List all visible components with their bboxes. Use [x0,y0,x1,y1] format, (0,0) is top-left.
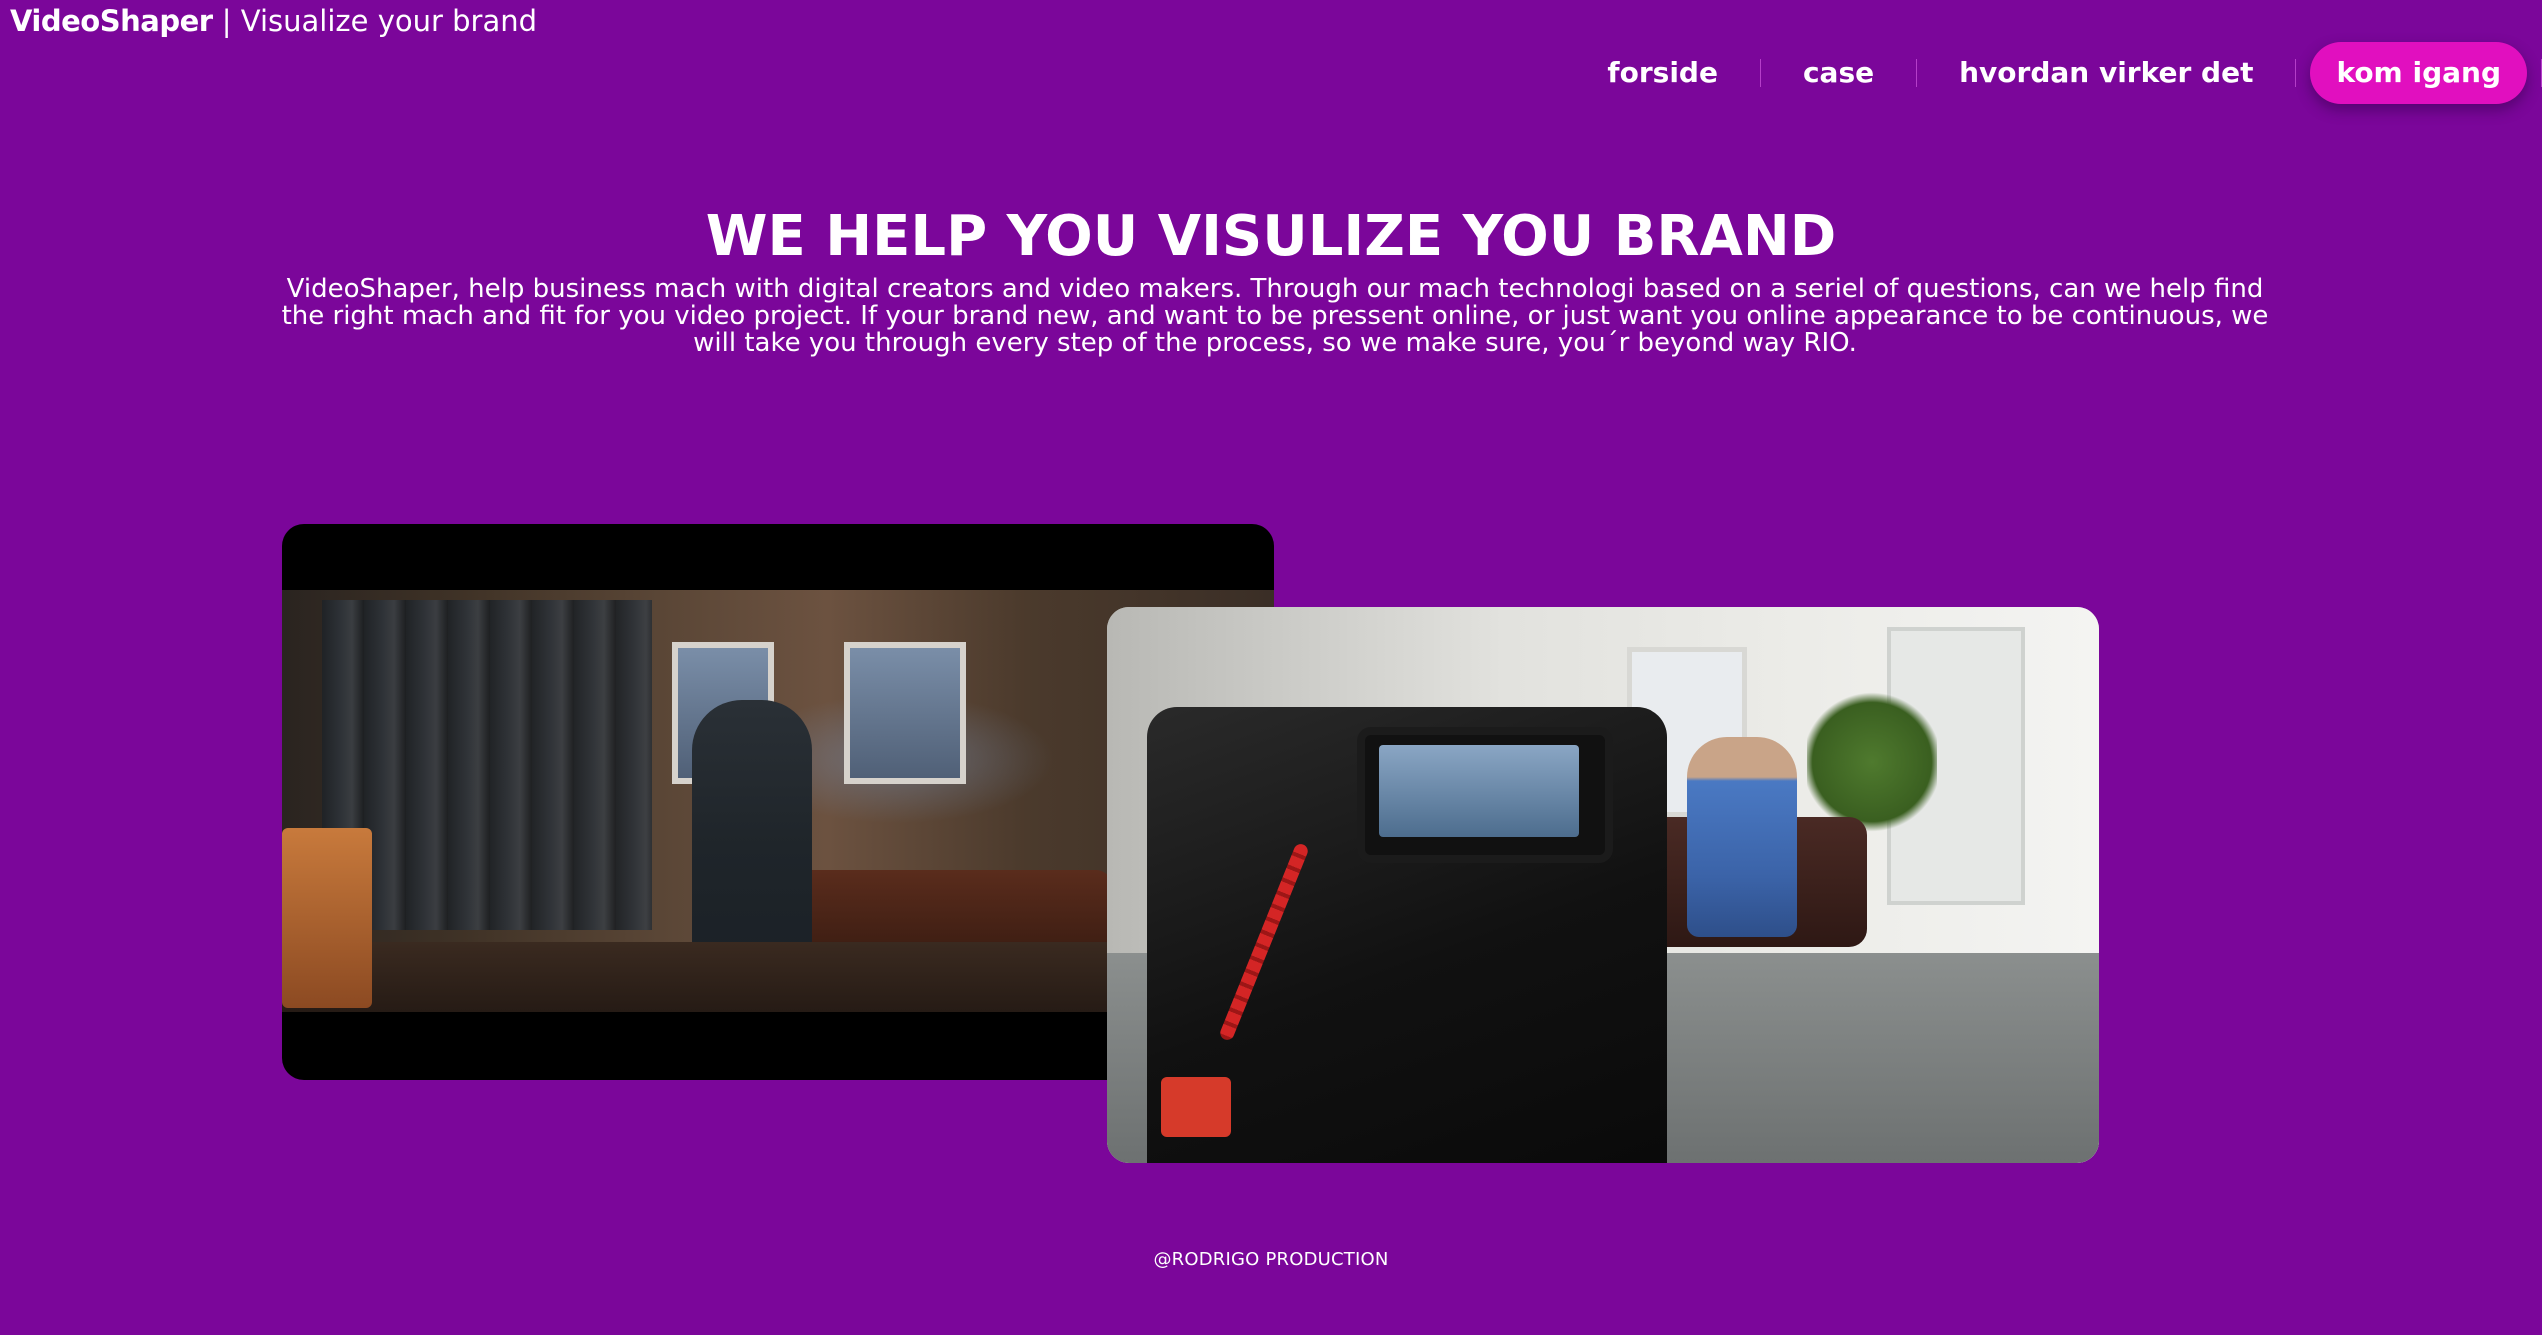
brand-name: VideoShaper [10,4,213,38]
poster [282,828,372,1008]
brand-tagline: Visualize your brand [240,4,538,38]
nav-item-hvordan-virker-det[interactable]: hvordan virker det [1917,42,2295,104]
person [1687,737,1797,937]
kom-igang-button[interactable]: kom igang [2310,42,2527,104]
hero-title: WE HELP YOU VISULIZE YOU BRAND [705,204,1837,269]
brand-separator: | [221,4,232,38]
plant [1807,687,1937,837]
window [844,642,966,784]
brand[interactable]: VideoShaper | Visualize your brand [10,2,537,40]
photo-credit: @RODRIGO PRODUCTION [1153,1249,1389,1270]
camera-setup-photo [1107,607,2099,1163]
main-nav: forside case hvordan virker det kom igan… [1565,42,2542,104]
page: VideoShaper | Visualize your brand forsi… [0,0,2542,1335]
nav-item-forside[interactable]: forside [1565,42,1760,104]
camera-label [1161,1077,1231,1137]
monitor-screen [1379,745,1579,837]
nav-divider [2295,59,2297,87]
camera-monitor [1357,727,1613,863]
hero-text: VideoShaper, help business mach with dig… [281,274,2269,358]
nav-item-case[interactable]: case [1761,42,1916,104]
